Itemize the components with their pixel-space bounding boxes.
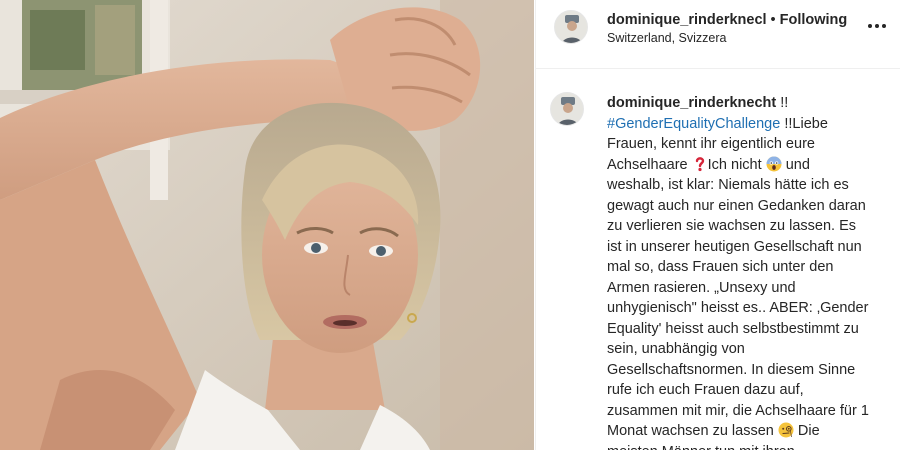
profile-avatar[interactable] [554,10,588,44]
caption-text-3: und weshalb, ist klar: Niemals hätte ich… [607,156,869,440]
header-username[interactable]: dominique_rinderknecl [607,12,767,28]
post-caption: dominique_rinderknecht !! #GenderEqualit… [607,93,869,450]
post-header: dominique_rinderknecl • Following Switzerl… [536,0,900,69]
following-button[interactable]: Following [780,12,848,28]
header-user-line: dominique_rinderknecl • Following [607,11,847,29]
avatar-image-icon [551,93,583,125]
avatar-image-icon [555,11,587,43]
screaming-face-emoji-icon [766,156,782,171]
caption-username[interactable]: dominique_rinderknecht [607,95,776,111]
more-options-icon[interactable] [865,14,889,38]
face-with-monocle-emoji-icon [778,422,794,438]
caption-text-2: Ich nicht [707,156,766,173]
separator-dot: • [770,12,776,28]
caption-prefix: !! [776,95,789,111]
post-location[interactable]: Switzerland, Svizzera [607,31,727,45]
post-side-panel: dominique_rinderknecl • Following Switzerl… [535,0,900,450]
hashtag-link[interactable]: #GenderEqualityChallenge [607,116,780,132]
post-image [0,0,534,450]
post-photo[interactable] [0,0,534,450]
question-mark-emoji-icon [695,156,704,171]
caption-avatar[interactable] [550,92,584,126]
